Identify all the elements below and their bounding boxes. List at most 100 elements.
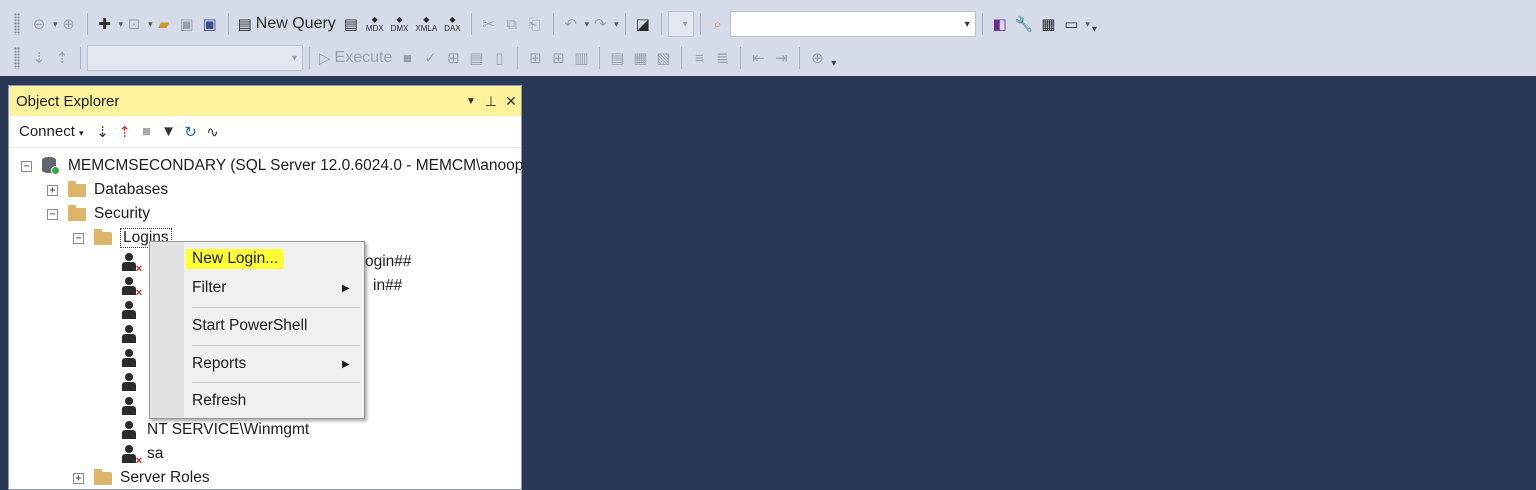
tree-node-security[interactable]: − Security bbox=[47, 202, 150, 226]
panel-title: Object Explorer bbox=[16, 92, 120, 110]
toolbar-grip[interactable] bbox=[14, 47, 20, 69]
intellisense-icon[interactable]: ⊞ bbox=[524, 45, 546, 71]
collapse-icon[interactable]: − bbox=[73, 232, 84, 244]
save-icon[interactable]: ▣ bbox=[176, 11, 198, 37]
include-plan-icon[interactable]: ⊞ bbox=[547, 45, 569, 71]
back-icon[interactable]: ⊖ bbox=[28, 11, 50, 37]
command-window-dropdown-icon[interactable]: ▾ bbox=[1085, 19, 1090, 30]
save-all-icon[interactable]: ▣ bbox=[199, 11, 221, 37]
connect-label: Connect bbox=[19, 123, 75, 140]
visual-studio-icon[interactable]: ◧ bbox=[989, 11, 1011, 37]
estimated-plan-icon[interactable]: ⊞ bbox=[442, 45, 464, 71]
toolbar-grip[interactable] bbox=[14, 13, 20, 35]
forward-icon[interactable]: ⊕ bbox=[58, 11, 80, 37]
toolbar-separator bbox=[552, 13, 554, 35]
tree-node-login[interactable] bbox=[121, 322, 147, 346]
toolbar-separator bbox=[309, 47, 310, 69]
solution-config-dropdown[interactable]: ▾ bbox=[667, 11, 694, 37]
refresh-icon[interactable]: ↻ bbox=[180, 123, 202, 141]
database-engine-query-icon[interactable]: ▤ bbox=[340, 11, 362, 37]
login-icon bbox=[121, 372, 137, 392]
increase-indent-icon[interactable]: ⇥ bbox=[770, 45, 792, 71]
menu-item-refresh[interactable]: Refresh bbox=[192, 386, 246, 416]
menu-item-start-powershell[interactable]: Start PowerShell bbox=[192, 311, 307, 341]
connect-icon[interactable]: ⇣ bbox=[28, 45, 50, 71]
collapse-icon[interactable]: − bbox=[47, 208, 58, 220]
open-folder-icon[interactable]: ▰ bbox=[153, 11, 175, 37]
xmla-query-icon[interactable]: ◆ XMLA bbox=[412, 11, 440, 37]
new-project-icon[interactable]: ✚ bbox=[94, 11, 116, 37]
tree-node-login-winmgmt[interactable]: NT SERVICE\Winmgmt bbox=[121, 418, 309, 442]
comment-out-icon[interactable]: ≡ bbox=[688, 45, 710, 71]
toolbar-separator bbox=[681, 47, 683, 69]
dmx-label: DMX bbox=[390, 24, 409, 33]
query-options-icon[interactable]: ▯ bbox=[488, 45, 510, 71]
pin-icon[interactable]: ⊥ bbox=[481, 93, 501, 110]
window-position-dropdown-icon[interactable]: ▼ bbox=[461, 96, 481, 107]
find-in-files-icon[interactable]: ⌕ bbox=[707, 11, 729, 37]
activity-monitor-icon[interactable]: ∿ bbox=[202, 123, 224, 141]
connect-icon[interactable]: ⇣ bbox=[92, 123, 114, 141]
activity-monitor-icon[interactable]: ◪ bbox=[632, 11, 654, 37]
disconnect-icon[interactable]: ⇡ bbox=[51, 45, 73, 71]
tree-node-databases[interactable]: + Databases bbox=[47, 178, 168, 202]
find-combo-box[interactable]: ▾ bbox=[729, 11, 976, 37]
paste-icon[interactable]: ⎗ bbox=[524, 11, 546, 37]
toolbar-overflow-icon[interactable]: ▾ bbox=[831, 48, 836, 69]
copy-icon[interactable]: ⧉ bbox=[501, 11, 523, 37]
sa-label: sa bbox=[147, 445, 164, 462]
mdx-query-icon[interactable]: ◆ MDX bbox=[363, 11, 387, 37]
tree-node-server-roles[interactable]: + Server Roles bbox=[73, 466, 210, 490]
command-window-icon[interactable]: ▭ bbox=[1060, 11, 1082, 37]
add-item-icon[interactable]: ⊡ bbox=[123, 11, 145, 37]
logins-context-menu: New Login... Filter ▶ Start PowerShell R… bbox=[149, 241, 365, 419]
tree-node-login[interactable]: × bbox=[121, 250, 147, 275]
results-to-file-icon[interactable]: ▧ bbox=[652, 45, 674, 71]
parse-icon[interactable]: ✓ bbox=[419, 45, 441, 71]
uncomment-icon[interactable]: ≣ bbox=[711, 45, 733, 71]
undo-icon[interactable]: ↶ bbox=[560, 11, 582, 37]
menu-item-label: Refresh bbox=[192, 392, 247, 409]
tree-node-server[interactable]: − MEMCMSECONDARY (SQL Server 12.0.6024.0… bbox=[21, 154, 523, 178]
collapse-icon[interactable]: − bbox=[21, 160, 32, 172]
tree-node-login[interactable]: × bbox=[121, 274, 147, 299]
connect-dropdown-button[interactable]: Connect ▾ bbox=[19, 123, 84, 140]
dmx-query-icon[interactable]: ◆ DMX bbox=[388, 11, 412, 37]
results-to-grid-icon[interactable]: ▦ bbox=[629, 45, 651, 71]
toolbar-overflow-icon[interactable]: ▾ bbox=[1092, 14, 1097, 35]
execute-button[interactable]: ▷ Execute bbox=[316, 45, 395, 71]
specify-template-values-icon[interactable]: ⊕ bbox=[806, 45, 828, 71]
menu-item-reports[interactable]: Reports ▶ bbox=[192, 349, 350, 379]
menu-separator bbox=[192, 307, 360, 308]
available-databases-dropdown[interactable]: ▾ bbox=[87, 45, 303, 71]
toolbox-icon[interactable]: ▦ bbox=[1037, 11, 1059, 37]
menu-item-filter[interactable]: Filter ▶ bbox=[192, 273, 350, 303]
expand-icon[interactable]: + bbox=[47, 184, 58, 196]
redo-icon[interactable]: ↷ bbox=[589, 11, 611, 37]
redo-dropdown-icon[interactable]: ▾ bbox=[614, 19, 619, 30]
properties-wrench-icon[interactable]: 🔧 bbox=[1012, 11, 1037, 37]
cut-icon[interactable]: ✂ bbox=[478, 11, 500, 37]
disconnect-icon[interactable]: ⇡ bbox=[114, 123, 136, 141]
stop-icon[interactable]: ■ bbox=[136, 123, 158, 140]
tree-node-login[interactable] bbox=[121, 370, 147, 394]
decrease-indent-icon[interactable]: ⇤ bbox=[747, 45, 769, 71]
submenu-arrow-icon: ▶ bbox=[342, 358, 350, 370]
tree-node-login-sa[interactable]: × sa bbox=[121, 442, 164, 467]
tree-node-login[interactable] bbox=[121, 298, 147, 322]
results-to-text-icon[interactable]: ▤ bbox=[606, 45, 628, 71]
menu-item-new-login[interactable]: New Login... bbox=[186, 244, 285, 274]
dax-query-icon[interactable]: ◆ DAX bbox=[441, 11, 463, 37]
execute-icon: ▷ bbox=[319, 50, 331, 67]
tree-node-login[interactable] bbox=[121, 346, 147, 370]
menu-separator bbox=[192, 345, 360, 346]
filter-icon[interactable]: ▼ bbox=[158, 123, 180, 140]
new-query-button[interactable]: ▤ New Query bbox=[235, 11, 339, 37]
client-statistics-icon[interactable]: ▥ bbox=[570, 45, 592, 71]
query-designer-icon[interactable]: ▤ bbox=[465, 45, 487, 71]
close-icon[interactable]: ✕ bbox=[501, 93, 521, 110]
cancel-query-icon[interactable]: ■ bbox=[396, 45, 418, 71]
tree-node-login[interactable] bbox=[121, 394, 147, 418]
toolbar-separator bbox=[660, 13, 662, 35]
expand-icon[interactable]: + bbox=[73, 472, 84, 484]
